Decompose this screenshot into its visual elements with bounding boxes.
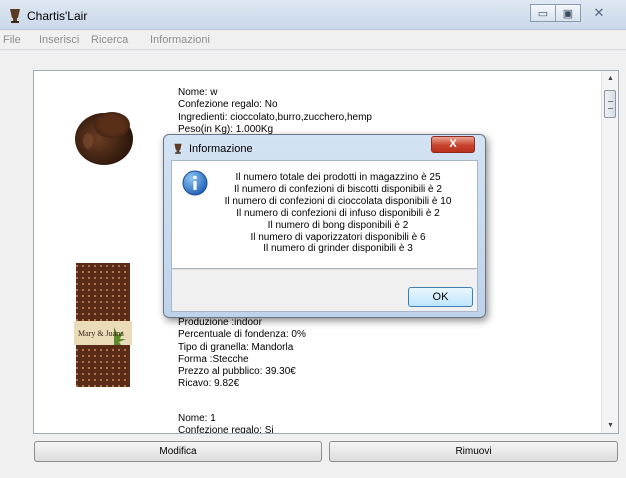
product-line: Forma :Stecche: [178, 353, 249, 365]
message-line: Il numero di confezioni di infuso dispon…: [236, 207, 440, 219]
menu-ricerca[interactable]: Ricerca: [91, 34, 128, 46]
window-controls: ▭ ▣ ✕: [530, 4, 618, 22]
scroll-down-arrow-icon[interactable]: ▼: [602, 418, 618, 433]
product-line: Confezione regalo: No: [178, 99, 278, 111]
close-icon: X: [449, 138, 457, 150]
dialog-close-button[interactable]: X: [431, 136, 475, 153]
dialog-body: Il numero totale dei prodotti in magazzi…: [171, 160, 478, 269]
message-line: Il numero di grinder disponibili è 3: [263, 243, 413, 255]
product-3-details: Nome: 1 Confezione regalo: Si: [178, 413, 274, 434]
dialog-footer: OK: [171, 269, 478, 312]
scrollbar-thumb[interactable]: [604, 90, 616, 118]
maximize-button[interactable]: ▣: [555, 4, 581, 22]
maximize-icon: ▣: [562, 7, 574, 20]
product-line: Nome: w: [178, 87, 218, 98]
product-line: Confezione regalo: Si: [178, 425, 274, 434]
app-cup-icon: [174, 143, 182, 154]
dialog-message: Il numero totale dei prodotti in magazzi…: [216, 172, 460, 255]
message-line: Il numero di vaporizzatori disponibili è…: [250, 231, 426, 243]
close-icon: ✕: [593, 5, 605, 20]
message-line: Il numero di confezioni di cioccolata di…: [224, 195, 452, 207]
info-dialog: Informazione X Il numero totale dei prod…: [163, 134, 486, 318]
rimuovi-button[interactable]: Rimuovi: [329, 441, 618, 462]
ok-button[interactable]: OK: [408, 287, 473, 307]
app-cup-icon: [10, 9, 20, 23]
dialog-title: Informazione: [189, 143, 253, 155]
menu-inserisci[interactable]: Inserisci: [39, 34, 79, 46]
menu-file[interactable]: File: [3, 34, 21, 46]
product-line: Nome: 1: [178, 413, 216, 424]
window-title: Chartis'Lair: [27, 9, 88, 23]
title-bar: Chartis'Lair ▭ ▣ ✕: [0, 0, 626, 30]
product-1-details: Nome: w Confezione regalo: No Ingredient…: [178, 87, 372, 136]
message-line: Il numero di confezioni di biscotti disp…: [234, 183, 442, 195]
message-line: Il numero totale dei prodotti in magazzi…: [235, 172, 441, 183]
close-button[interactable]: ✕: [580, 4, 618, 22]
product-line: Tipo di granella: Mandorla: [178, 341, 294, 353]
chocolate-bar-package-image: Mary & Juana: [74, 263, 132, 387]
minimize-button[interactable]: ▭: [530, 4, 556, 22]
product-2-details: Produzione :indoor Percentuale di fonden…: [178, 317, 306, 391]
menu-informazioni[interactable]: Informazioni: [150, 34, 210, 46]
vertical-scrollbar[interactable]: ▲ ▼: [601, 71, 618, 433]
product-line: Prezzo al pubblico: 39.30€: [178, 366, 296, 378]
product-line: Percentuale di fondenza: 0%: [178, 329, 306, 341]
modifica-button[interactable]: Modifica: [34, 441, 322, 462]
info-icon: [182, 170, 208, 196]
menu-bar: File Inserisci Ricerca Informazioni: [0, 30, 626, 50]
product-line: Produzione :indoor: [178, 317, 262, 328]
product-line: Ricavo: 9.82€: [178, 378, 240, 390]
minimize-icon: ▭: [537, 7, 549, 20]
brand-label: Mary & Juana: [78, 329, 124, 338]
product-line: Ingredienti: cioccolato,burro,zucchero,h…: [178, 111, 372, 123]
scroll-up-arrow-icon[interactable]: ▲: [602, 71, 618, 86]
message-line: Il numero di bong disponibili è 2: [267, 219, 409, 231]
chocolate-truffle-image: [75, 112, 133, 165]
